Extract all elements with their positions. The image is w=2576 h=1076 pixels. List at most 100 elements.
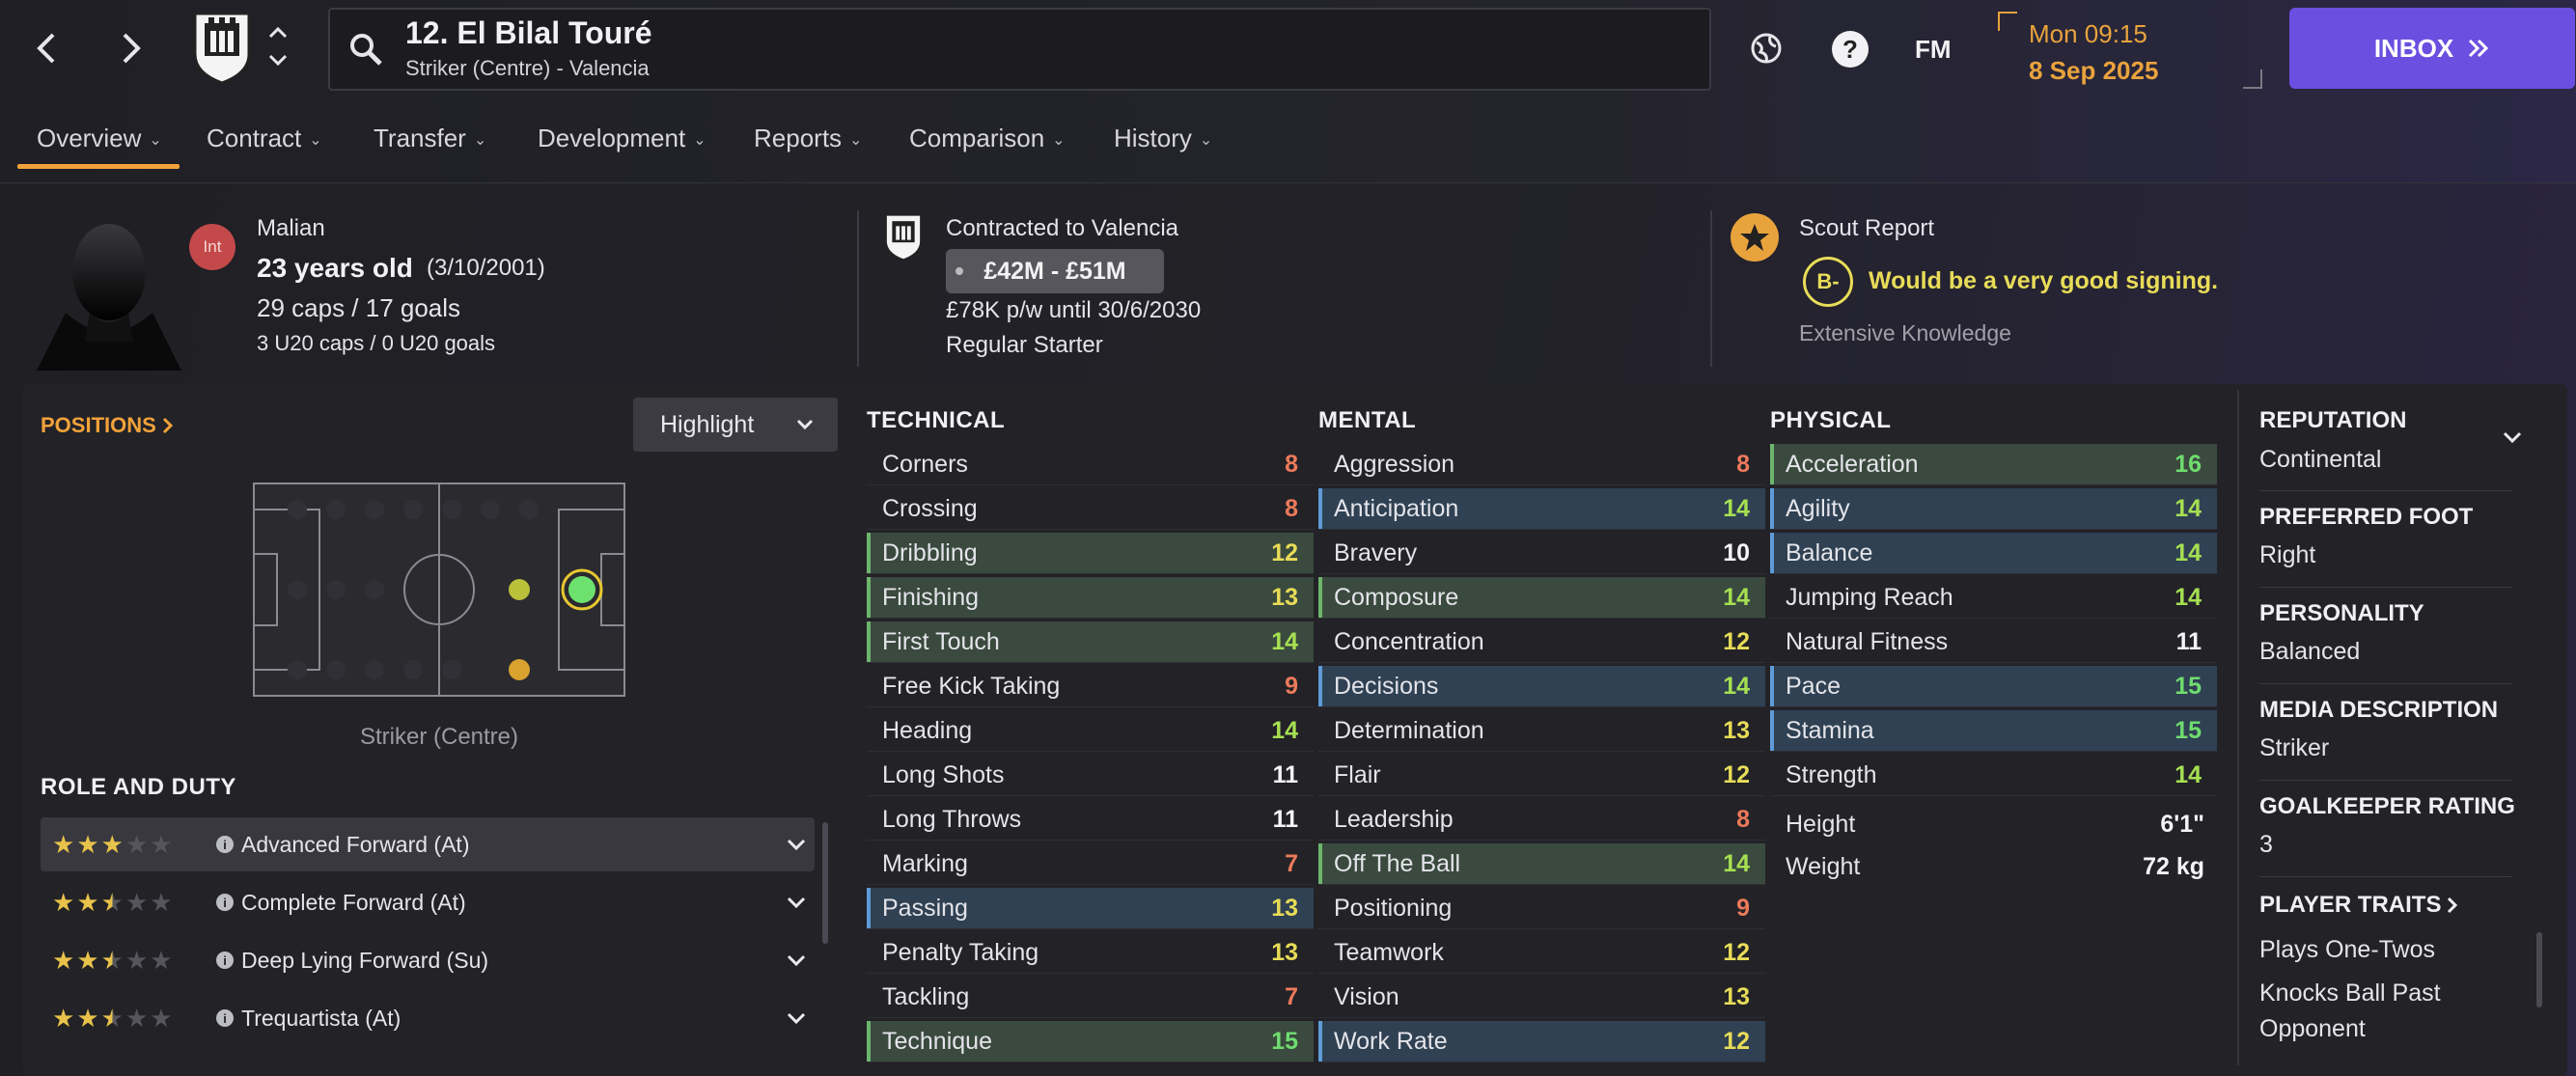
player-traits-link[interactable]: PLAYER TRAITS	[2259, 892, 2458, 919]
reputation-expand[interactable]	[2502, 430, 2523, 449]
position-dot-selected[interactable]	[568, 576, 596, 603]
attribute-row[interactable]: Long Throws 11	[867, 799, 1314, 841]
attribute-row[interactable]: Jumping Reach 14	[1770, 577, 2217, 619]
chevron-right-icon	[123, 33, 141, 64]
attribute-name: First Touch	[882, 627, 1000, 655]
attribute-row[interactable]: Bravery 10	[1318, 533, 1765, 574]
attribute-name: Passing	[882, 894, 968, 922]
chevron-down-icon: ⌄	[1199, 131, 1213, 149]
chevron-down-icon[interactable]	[786, 896, 807, 909]
attribute-row[interactable]: Determination 13	[1318, 710, 1765, 752]
attribute-row[interactable]: Finishing 13	[867, 577, 1314, 619]
info-icon[interactable]: i	[216, 836, 234, 853]
info-icon[interactable]: i	[216, 894, 234, 911]
attribute-value: 14	[2174, 538, 2202, 566]
role-item[interactable]: ★ ★ ★ ★ ★ i Trequartista (At)	[41, 991, 815, 1045]
inbox-button[interactable]: INBOX	[2289, 8, 2575, 89]
forward-button[interactable]	[102, 14, 160, 82]
attribute-row[interactable]: Aggression 8	[1318, 444, 1765, 485]
chevron-down-icon[interactable]	[786, 1011, 807, 1025]
highlight-dropdown[interactable]: Highlight	[633, 398, 838, 452]
help-icon[interactable]: ?	[1830, 29, 1870, 74]
attribute-row[interactable]: Agility 14	[1770, 488, 2217, 530]
chevron-down-icon: ⌄	[849, 131, 863, 149]
attribute-name: Tackling	[882, 982, 970, 1010]
role-item[interactable]: ★ ★ ★ ★ ★ i Advanced Forward (At)	[41, 817, 815, 871]
tab-overview[interactable]: Overview ⌄	[37, 124, 162, 153]
attribute-row[interactable]: Tackling 7	[867, 977, 1314, 1018]
attribute-row[interactable]: Marking 7	[867, 843, 1314, 885]
attribute-row[interactable]: Vision 13	[1318, 977, 1765, 1018]
attribute-row[interactable]: Acceleration 16	[1770, 444, 2217, 485]
chevron-down-icon: ⌄	[309, 131, 322, 149]
attribute-row[interactable]: Off The Ball 14	[1318, 843, 1765, 885]
attribute-row[interactable]: Passing 13	[867, 888, 1314, 929]
value-tag[interactable]: £42M - £51M	[946, 249, 1164, 293]
attribute-row[interactable]: Natural Fitness 11	[1770, 621, 2217, 663]
attribute-row[interactable]: Teamwork 12	[1318, 932, 1765, 974]
attribute-name: Crossing	[882, 494, 978, 522]
attribute-name: Jumping Reach	[1786, 583, 1953, 611]
attribute-row[interactable]: Strength 14	[1770, 755, 2217, 796]
attribute-row[interactable]: Technique 15	[867, 1021, 1314, 1062]
info-icon[interactable]: i	[216, 952, 234, 969]
attribute-value: 9	[1285, 672, 1298, 700]
tab-history[interactable]: History ⌄	[1114, 124, 1212, 153]
role-item[interactable]: ★ ★ ★ ★ ★ i Complete Forward (At)	[41, 875, 815, 929]
positions-link[interactable]: POSITIONS	[41, 413, 174, 438]
tab-label: Development	[538, 124, 686, 152]
tab-transfer[interactable]: Transfer ⌄	[374, 124, 486, 153]
attribute-row[interactable]: Balance 14	[1770, 533, 2217, 574]
star-icon: ★	[76, 946, 99, 975]
attribute-row[interactable]: Long Shots 11	[867, 755, 1314, 796]
weight-value: 72 kg	[2143, 853, 2204, 880]
role-item[interactable]: ★ ★ ★ ★ ★ i Deep Lying Forward (Su)	[41, 933, 815, 987]
role-list-scrollbar[interactable]	[822, 822, 828, 944]
attribute-name: Anticipation	[1334, 494, 1459, 522]
star-icon: ★	[76, 830, 99, 859]
attribute-row[interactable]: Free Kick Taking 9	[867, 666, 1314, 707]
attribute-row[interactable]: First Touch 14	[867, 621, 1314, 663]
attribute-row[interactable]: Positioning 9	[1318, 888, 1765, 929]
attribute-row[interactable]: Leadership 8	[1318, 799, 1765, 841]
attribute-value: 12	[1723, 760, 1750, 788]
attribute-row[interactable]: Pace 15	[1770, 666, 2217, 707]
attribute-row[interactable]: Crossing 8	[867, 488, 1314, 530]
back-button[interactable]	[17, 14, 75, 82]
separator	[2259, 587, 2512, 588]
media-description-value: Striker	[2259, 734, 2330, 761]
player-name: 12. El Bilal Touré	[405, 15, 652, 50]
chevron-down-icon[interactable]	[266, 52, 290, 72]
tab-comparison[interactable]: Comparison ⌄	[909, 124, 1066, 153]
tab-reports[interactable]: Reports ⌄	[754, 124, 862, 153]
info-icon[interactable]: i	[216, 1009, 234, 1027]
attribute-value: 13	[1723, 716, 1750, 744]
attribute-row[interactable]: Anticipation 14	[1318, 488, 1765, 530]
attribute-row[interactable]: Stamina 15	[1770, 710, 2217, 752]
attribute-row[interactable]: Flair 12	[1318, 755, 1765, 796]
attribute-row[interactable]: Penalty Taking 13	[867, 932, 1314, 974]
attribute-value: 14	[2174, 760, 2202, 788]
tab-development[interactable]: Development ⌄	[538, 124, 706, 153]
attribute-row[interactable]: Dribbling 12	[867, 533, 1314, 574]
attribute-row[interactable]: Composure 14	[1318, 577, 1765, 619]
attribute-row[interactable]: Decisions 14	[1318, 666, 1765, 707]
fm-menu-button[interactable]: FM	[1915, 35, 1952, 65]
traits-scrollbar[interactable]	[2536, 932, 2542, 1007]
attribute-row[interactable]: Work Rate 12	[1318, 1021, 1765, 1062]
tab-contract[interactable]: Contract ⌄	[207, 124, 322, 153]
attribute-row[interactable]: Heading 14	[867, 710, 1314, 752]
current-date[interactable]: 8 Sep 2025	[2029, 56, 2158, 86]
attribute-name: Strength	[1786, 760, 1877, 788]
club-crest-icon[interactable]	[189, 10, 255, 92]
search-icon[interactable]	[347, 31, 384, 72]
attribute-row[interactable]: Corners 8	[867, 444, 1314, 485]
globe-icon[interactable]	[1747, 29, 1786, 72]
attribute-row[interactable]: Concentration 12	[1318, 621, 1765, 663]
star-icon: ★	[100, 1004, 124, 1033]
chevron-up-icon[interactable]	[266, 25, 290, 45]
player-traits-label: PLAYER TRAITS	[2259, 892, 2442, 918]
chevron-down-icon[interactable]	[786, 838, 807, 851]
chevron-down-icon[interactable]	[786, 953, 807, 967]
separator	[2259, 490, 2512, 491]
